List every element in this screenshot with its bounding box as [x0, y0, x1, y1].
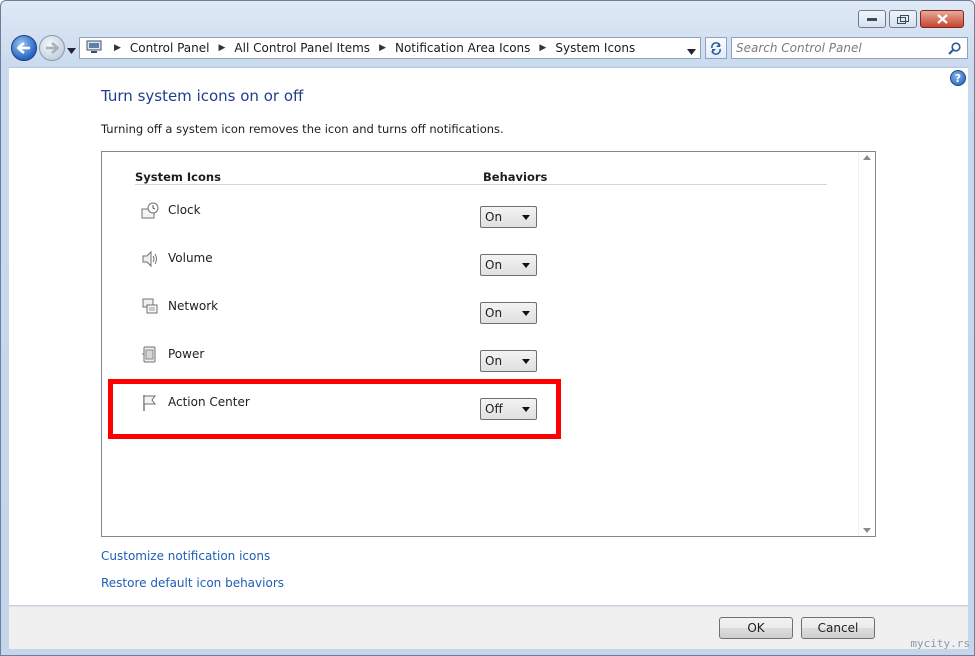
restore-default-behaviors-link[interactable]: Restore default icon behaviors [101, 576, 284, 590]
breadcrumb-all-items[interactable]: All Control Panel Items [234, 41, 370, 55]
back-arrow-icon [17, 42, 30, 54]
minimize-icon [867, 18, 877, 21]
list-item-network: Network On [140, 297, 540, 327]
select-value: On [485, 306, 503, 320]
breadcrumb-separator-icon: ▶ [539, 43, 547, 53]
watermark: mycity.rs [910, 637, 970, 650]
close-icon [936, 14, 948, 24]
breadcrumb-notification-area-icons[interactable]: Notification Area Icons [395, 41, 530, 55]
address-bar[interactable]: ▶ Control Panel ▶ All Control Panel Item… [79, 37, 701, 59]
system-icons-list: System Icons Behaviors Clock On Volume O… [101, 151, 876, 537]
scroll-down-icon[interactable] [863, 528, 871, 533]
list-item-label: Clock [168, 203, 201, 217]
window-frame: ▶ Control Panel ▶ All Control Panel Item… [0, 0, 975, 656]
search-input[interactable] [736, 41, 941, 55]
cancel-button[interactable]: Cancel [801, 617, 875, 639]
breadcrumb-system-icons[interactable]: System Icons [555, 41, 635, 55]
list-item-label: Network [168, 299, 219, 313]
list-item-power: Power On [140, 345, 540, 375]
network-behavior-select[interactable]: On [480, 302, 537, 324]
list-item-clock: Clock On [140, 201, 540, 231]
breadcrumb-separator-icon: ▶ [379, 43, 386, 53]
vertical-scrollbar[interactable] [858, 152, 875, 536]
chevron-down-icon [522, 263, 530, 268]
page-title: Turn system icons on or off [101, 87, 304, 105]
navigation-bar: ▶ Control Panel ▶ All Control Panel Item… [9, 34, 968, 62]
address-history-dropdown[interactable] [687, 44, 696, 58]
close-button[interactable] [920, 10, 964, 28]
page-description: Turning off a system icon removes the ic… [101, 122, 504, 136]
power-behavior-select[interactable]: On [480, 350, 537, 372]
chevron-down-icon [522, 215, 530, 220]
column-header-system-icons: System Icons [135, 170, 221, 184]
volume-icon [140, 249, 160, 269]
button-bar: OK Cancel [9, 606, 968, 649]
recent-pages-dropdown[interactable] [67, 43, 76, 57]
chevron-down-icon [522, 359, 530, 364]
list-item-volume: Volume On [140, 249, 540, 279]
scroll-up-icon[interactable] [863, 155, 871, 160]
clock-behavior-select[interactable]: On [480, 206, 537, 228]
chevron-down-icon [687, 49, 696, 55]
forward-arrow-icon [46, 42, 59, 54]
network-icon [140, 297, 160, 317]
maximize-button[interactable] [889, 10, 917, 28]
search-box [731, 37, 968, 59]
minimize-button[interactable] [858, 10, 886, 28]
customize-notification-icons-link[interactable]: Customize notification icons [101, 549, 270, 563]
list-item-label: Power [168, 347, 205, 361]
back-button[interactable] [11, 35, 37, 61]
volume-behavior-select[interactable]: On [480, 254, 537, 276]
search-icon[interactable] [948, 42, 961, 58]
refresh-button[interactable] [705, 37, 727, 59]
chevron-down-icon [67, 48, 76, 54]
column-header-behaviors: Behaviors [483, 170, 548, 184]
restore-icon [897, 14, 909, 24]
list-header: System Icons Behaviors [135, 170, 827, 185]
help-icon[interactable]: ? [950, 70, 966, 86]
refresh-icon [711, 42, 721, 55]
window-controls [858, 10, 964, 28]
breadcrumb-separator-icon: ▶ [218, 43, 226, 53]
list-item-label: Volume [168, 251, 213, 265]
main-content: ? Turn system icons on or off Turning of… [9, 67, 968, 605]
ok-button[interactable]: OK [719, 617, 793, 639]
breadcrumb: ▶ Control Panel ▶ All Control Panel Item… [108, 41, 635, 55]
breadcrumb-separator-icon: ▶ [114, 43, 121, 53]
chevron-down-icon [522, 311, 530, 316]
clock-icon [140, 201, 160, 221]
forward-button[interactable] [39, 35, 65, 61]
select-value: On [485, 210, 503, 224]
select-value: On [485, 354, 503, 368]
highlight-annotation [108, 379, 561, 439]
breadcrumb-control-panel[interactable]: Control Panel [130, 41, 210, 55]
computer-icon [86, 40, 102, 57]
power-icon [140, 345, 160, 365]
select-value: On [485, 258, 503, 272]
